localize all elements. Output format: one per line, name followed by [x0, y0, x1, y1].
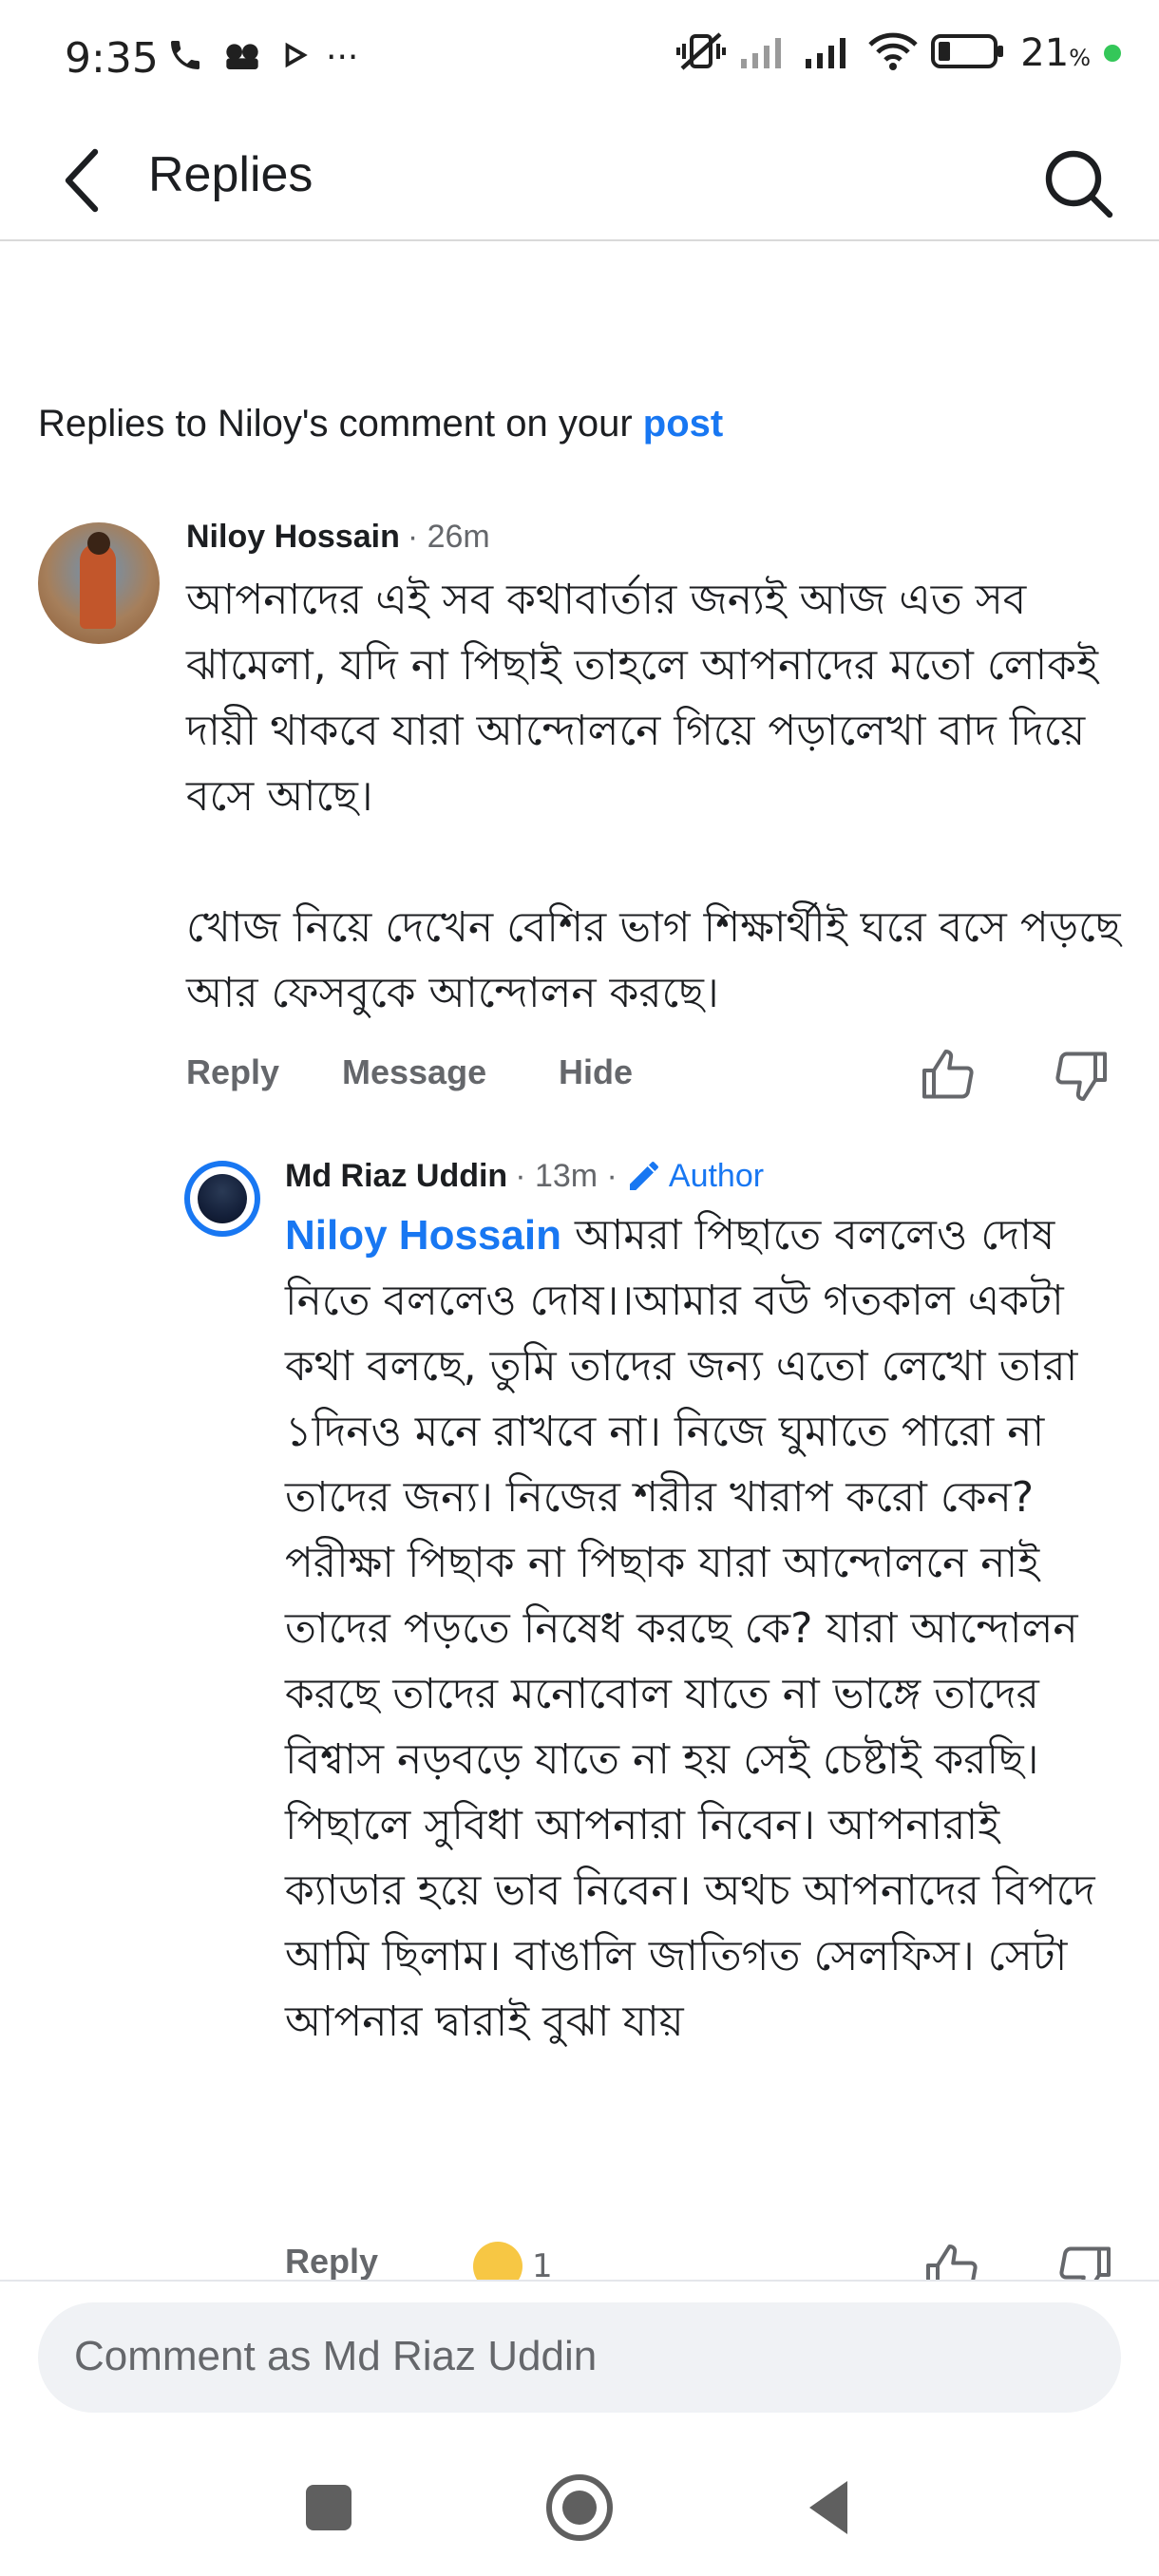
recents-button[interactable]	[291, 2470, 367, 2546]
back-nav-button[interactable]	[794, 2470, 870, 2546]
reaction-count: 1	[532, 2247, 553, 2280]
status-bar: 9:35 ··· 21%	[0, 0, 1159, 123]
replies-context-text: Replies to Niloy's comment on your	[38, 403, 643, 445]
comment-author[interactable]: Niloy Hossain	[186, 519, 400, 556]
message-button[interactable]: Message	[342, 1052, 486, 1092]
phone-icon	[166, 36, 204, 78]
comment: Niloy Hossain · 26m আপনাদের এই সব কথাবার…	[186, 519, 1127, 1026]
composer-bar: Comment as Md Riaz Uddin	[0, 2280, 1159, 2434]
status-time: 9:35	[65, 34, 159, 83]
reply-button[interactable]: Reply	[186, 1052, 279, 1092]
post-link[interactable]: post	[643, 403, 723, 445]
pencil-icon	[629, 1162, 658, 1190]
signal-icon	[739, 32, 790, 74]
mention-link[interactable]: Niloy Hossain	[285, 1212, 561, 1259]
search-icon	[1045, 150, 1113, 218]
app-header: Replies	[0, 123, 1159, 241]
thumbs-down-icon[interactable]	[1056, 2242, 1113, 2280]
reply-button[interactable]: Reply	[285, 2242, 378, 2280]
comment-actions: Reply 1	[285, 2242, 1130, 2280]
battery-unit: %	[1069, 45, 1091, 71]
thumbs-up-icon[interactable]	[920, 1047, 977, 1104]
system-nav-bar	[0, 2432, 1159, 2576]
reaction-summary[interactable]: 1	[473, 2242, 553, 2280]
more-dots-icon: ···	[326, 37, 359, 77]
battery-icon	[931, 32, 1007, 74]
avatar[interactable]	[38, 522, 160, 644]
back-triangle-icon	[809, 2481, 847, 2534]
replies-context: Replies to Niloy's comment on your post	[38, 403, 723, 445]
laugh-emoji-icon	[473, 2242, 522, 2280]
back-arrow-icon	[65, 148, 99, 213]
signal-icon	[804, 32, 855, 74]
comment-input[interactable]: Comment as Md Riaz Uddin	[38, 2302, 1121, 2413]
home-button[interactable]	[542, 2470, 618, 2546]
comment-text: আপনাদের এই সব কথাবার্তার জন্যই আজ এত সব …	[186, 567, 1127, 1026]
comment-time: · 13m ·	[515, 1157, 618, 1194]
play-icon	[280, 41, 309, 73]
thumbs-down-icon[interactable]	[1053, 1047, 1110, 1104]
search-button[interactable]	[1036, 141, 1121, 226]
back-button[interactable]	[48, 142, 124, 218]
comment-text: Niloy Hossain আমরা পিছাতে বললেও দোষ নিতে…	[285, 1203, 1130, 2055]
recents-square-icon	[306, 2485, 352, 2530]
author-badge: Author	[625, 1157, 764, 1195]
avatar[interactable]	[184, 1161, 260, 1237]
mute-vibrate-icon	[676, 30, 727, 76]
comment-actions: Reply Message Hide	[186, 1050, 1127, 1109]
comment-input-placeholder: Comment as Md Riaz Uddin	[74, 2333, 598, 2379]
privacy-indicator-dot	[1104, 45, 1121, 62]
thumbs-up-icon[interactable]	[923, 2242, 980, 2280]
voicemail-icon	[221, 36, 263, 78]
comment-paragraph: খোজ নিয়ে দেখেন বেশির ভাগ শিক্ষার্থীই ঘর…	[186, 903, 1121, 1017]
author-badge-label: Author	[668, 1157, 765, 1194]
comment-paragraph: পরীক্ষা পিছাক না পিছাক যারা আন্দোলনে নাই…	[285, 1539, 1095, 2046]
hide-button[interactable]: Hide	[559, 1052, 633, 1092]
comment-author[interactable]: Md Riaz Uddin	[285, 1158, 507, 1195]
comment-time: · 26m	[407, 519, 490, 555]
wifi-icon	[868, 31, 918, 75]
comment-paragraph: আপনাদের এই সব কথাবার্তার জন্যই আজ এত সব …	[186, 576, 1098, 821]
battery-level: 21	[1020, 31, 1070, 75]
reply-comment: Md Riaz Uddin · 13m · Author Niloy Hossa…	[285, 1157, 1130, 2055]
page-title: Replies	[148, 147, 314, 202]
home-circle-icon	[546, 2474, 613, 2541]
